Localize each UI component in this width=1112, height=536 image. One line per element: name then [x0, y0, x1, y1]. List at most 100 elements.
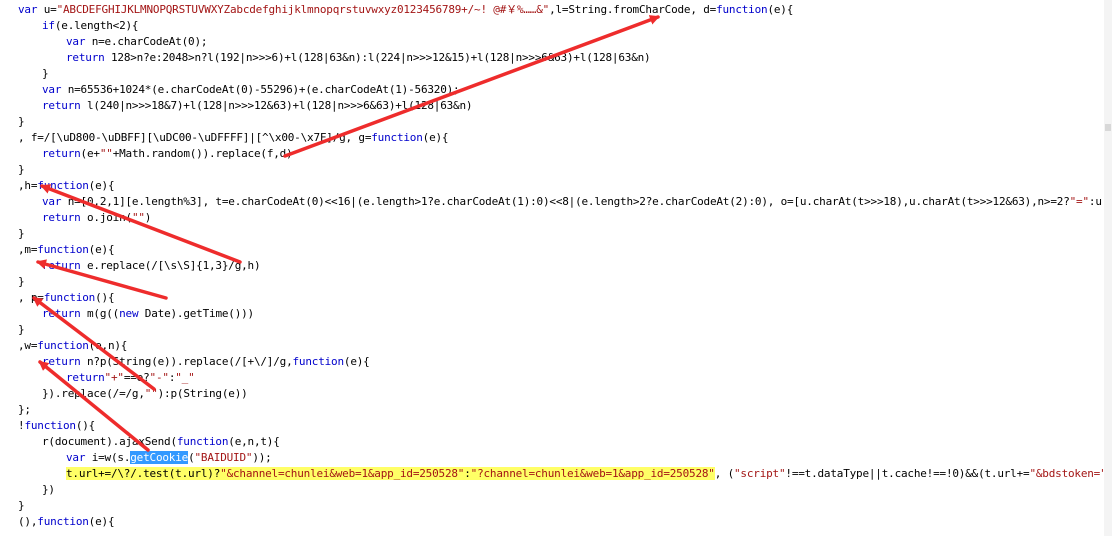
code-token: function: [24, 419, 76, 432]
code-line[interactable]: ,h=function(e){: [18, 178, 115, 194]
code-token: +Math.random()).replace(f,d): [112, 147, 293, 160]
code-token: ));: [252, 451, 272, 464]
code-token: (e){: [343, 355, 370, 368]
code-token: :u.charAt(t>>>6: [1088, 195, 1104, 208]
code-line[interactable]: }).replace(/=/g,""):p(String(e)): [42, 386, 248, 402]
code-line[interactable]: }: [18, 498, 25, 514]
code-line[interactable]: }: [18, 322, 25, 338]
code-line[interactable]: ,w=function(e,n){: [18, 338, 127, 354]
code-token: n=e.charCodeAt(0);: [85, 35, 208, 48]
code-token: var: [42, 83, 62, 96]
code-line[interactable]: , p=function(){: [18, 290, 115, 306]
code-line[interactable]: !function(){: [18, 418, 95, 434]
code-line[interactable]: }: [42, 66, 49, 82]
code-line[interactable]: return l(240|n>>>18&7)+l(128|n>>>12&63)+…: [42, 98, 473, 114]
code-line[interactable]: return"+"==e?"-":"_": [66, 370, 195, 386]
code-token: n=[0,2,1][e.length%3], t=e.charCodeAt(0)…: [61, 195, 1070, 208]
code-token: };: [18, 403, 31, 416]
code-token: return: [42, 211, 81, 224]
code-line[interactable]: (),function(e){: [18, 514, 115, 530]
code-line[interactable]: return o.join(""): [42, 210, 151, 226]
code-line[interactable]: }: [18, 226, 25, 242]
code-token: , p=: [18, 291, 44, 304]
code-token: Date).getTime())): [138, 307, 254, 320]
code-token: }: [42, 67, 49, 80]
code-token: l(240|n>>>18&7)+l(128|n>>>12&63)+l(128|n…: [80, 99, 473, 112]
code-line[interactable]: var n=e.charCodeAt(0);: [66, 34, 208, 50]
code-token: (e.length<2){: [54, 19, 139, 32]
code-line[interactable]: if(e.length<2){: [42, 18, 139, 34]
code-token: }): [42, 483, 55, 496]
code-token: "_": [175, 371, 195, 384]
highlighted-code: "&channel=chunlei&web=1&app_id=250528": [220, 467, 465, 480]
code-token: m(g((: [80, 307, 120, 320]
code-token: "+": [104, 371, 124, 384]
code-token: (e){: [767, 3, 794, 16]
code-line[interactable]: var i=w(s.getCookie("BAIDUID"));: [66, 450, 272, 466]
code-token: (e){: [422, 131, 449, 144]
code-line[interactable]: };: [18, 402, 31, 418]
code-token: u=: [37, 3, 57, 16]
code-token: "-": [149, 371, 169, 384]
code-line[interactable]: return e.replace(/[\s\S]{1,3}/g,h): [42, 258, 261, 274]
code-token: return: [42, 99, 81, 112]
code-token: "": [131, 211, 145, 224]
code-line[interactable]: }: [18, 114, 25, 130]
code-token: r(document).ajaxSend(: [42, 435, 177, 448]
code-line[interactable]: }): [42, 482, 55, 498]
code-line[interactable]: ,m=function(e){: [18, 242, 115, 258]
code-token: (e,n){: [88, 339, 128, 352]
code-token: function: [43, 291, 96, 304]
code-token: "&bdstoken=": [1029, 467, 1104, 480]
code-token: (){: [95, 291, 115, 304]
code-token: (e){: [88, 243, 115, 256]
code-token: , (: [714, 467, 734, 480]
code-token: }: [18, 323, 25, 336]
code-token: ,m=: [18, 243, 38, 256]
code-line[interactable]: r(document).ajaxSend(function(e,n,t){: [42, 434, 280, 450]
code-line[interactable]: var n=65536+1024*(e.charCodeAt(0)-55296)…: [42, 82, 460, 98]
code-token: (){: [75, 419, 96, 432]
code-token: var: [42, 195, 62, 208]
code-line[interactable]: var u="ABCDEFGHIJKLMNOPQRSTUVWXYZabcdefg…: [18, 2, 793, 18]
code-token: new: [119, 307, 139, 320]
code-token: ,h=: [18, 179, 38, 192]
code-line[interactable]: return n?p(String(e)).replace(/[+\/]/g,f…: [42, 354, 370, 370]
code-token: ): [144, 211, 152, 224]
code-line[interactable]: , f=/[\uD800-\uDBFF][\uDC00-\uDFFFF]|[^\…: [18, 130, 449, 146]
code-token: function: [176, 435, 229, 448]
code-line[interactable]: return(e+""+Math.random()).replace(f,d): [42, 146, 293, 162]
code-line[interactable]: return 128>n?e:2048>n?l(192|n>>>6)+l(128…: [66, 50, 651, 66]
code-token: ==e?: [123, 371, 150, 384]
code-token: ,l=String.fromCharCode, d=: [549, 3, 717, 16]
scrollbar-thumb[interactable]: [1105, 124, 1111, 131]
highlighted-code: t.url+=/\?/.test(t.url)?: [66, 467, 221, 480]
code-line[interactable]: var n=[0,2,1][e.length%3], t=e.charCodeA…: [42, 194, 1104, 210]
code-token: return: [66, 51, 105, 64]
code-token: function: [292, 355, 345, 368]
code-token: (e+: [80, 147, 100, 160]
code-line[interactable]: }: [18, 274, 25, 290]
code-line[interactable]: -: [66, 530, 73, 536]
vertical-scrollbar[interactable]: [1104, 0, 1112, 536]
code-token: "": [99, 147, 113, 160]
code-token: }).replace(/=/g,: [42, 387, 145, 400]
code-token: , f=/[\uD800-\uDBFF][\uDC00-\uDFFFF]|[^\…: [18, 131, 372, 144]
code-line[interactable]: return m(g((new Date).getTime())): [42, 306, 254, 322]
highlighted-code: "?channel=chunlei&web=1&app_id=250528": [470, 467, 715, 480]
code-token: e.replace(/[\s\S]{1,3}/g,h): [80, 259, 261, 272]
code-token: ):p(String(e)): [157, 387, 248, 400]
code-token: function: [371, 131, 423, 144]
code-line[interactable]: t.url+=/\?/.test(t.url)?"&channel=chunle…: [66, 466, 1104, 482]
code-viewer[interactable]: var u="ABCDEFGHIJKLMNOPQRSTUVWXYZabcdefg…: [0, 0, 1104, 536]
code-token: }: [18, 227, 25, 240]
code-line[interactable]: }: [18, 162, 25, 178]
code-token: return: [42, 355, 81, 368]
code-token: "ABCDEFGHIJKLMNOPQRSTUVWXYZabcdefghijklm…: [56, 3, 550, 16]
code-token: }: [18, 163, 25, 176]
code-token: function: [37, 179, 89, 192]
code-token: (e){: [88, 179, 115, 192]
code-token: return: [42, 147, 81, 160]
code-token: "script": [734, 467, 786, 480]
code-token: }: [18, 499, 25, 512]
